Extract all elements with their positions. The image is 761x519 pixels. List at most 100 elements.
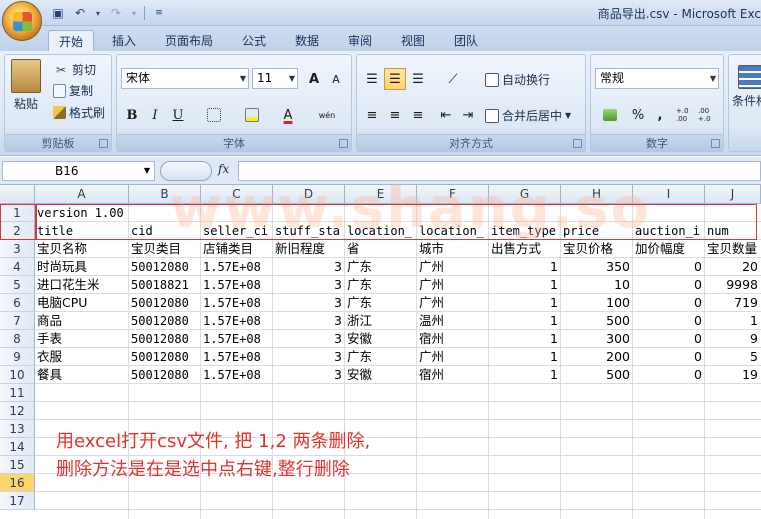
row-header-10[interactable]: 10 bbox=[0, 366, 35, 384]
comma-button[interactable]: , bbox=[649, 104, 671, 126]
table-cell[interactable]: 1.57E+08 bbox=[201, 276, 263, 294]
row-header-12[interactable]: 12 bbox=[0, 402, 35, 420]
bold-button[interactable]: B bbox=[121, 104, 143, 126]
conditional-formatting-button[interactable]: 条件格 bbox=[732, 65, 761, 109]
merge-center-button[interactable]: 合并后居中 ▼ bbox=[485, 107, 571, 124]
row-header-5[interactable]: 5 bbox=[0, 276, 35, 294]
customize-toolbar-icon[interactable]: ≡ bbox=[151, 5, 167, 21]
tab-home[interactable]: 开始 bbox=[48, 30, 94, 52]
office-button[interactable] bbox=[2, 1, 42, 41]
dialog-launcher-icon[interactable] bbox=[573, 139, 582, 148]
decrease-decimal-button[interactable]: .00 +.0 bbox=[697, 104, 719, 126]
table-cell[interactable]: 广州 bbox=[417, 276, 446, 294]
table-cell[interactable]: 电脑CPU bbox=[35, 294, 89, 312]
table-cell[interactable]: 广东 bbox=[345, 258, 374, 276]
cell-field-label[interactable]: 加价幅度 bbox=[633, 240, 687, 258]
table-cell[interactable]: 0 bbox=[633, 294, 704, 312]
table-cell[interactable]: 安徽 bbox=[345, 366, 374, 384]
format-painter-button[interactable]: 格式刷 bbox=[53, 104, 105, 121]
align-top-button[interactable]: ☰ bbox=[361, 68, 383, 90]
table-cell[interactable]: 浙江 bbox=[345, 312, 374, 330]
table-cell[interactable]: 0 bbox=[633, 276, 704, 294]
table-cell[interactable]: 广州 bbox=[417, 348, 446, 366]
cell-field-label[interactable]: 宝贝价格 bbox=[561, 240, 615, 258]
accounting-format-button[interactable] bbox=[595, 104, 625, 126]
table-cell[interactable]: 50012080 bbox=[129, 330, 191, 348]
chevron-down-icon[interactable]: ▾ bbox=[130, 5, 138, 21]
cell-field-label[interactable]: 店铺类目 bbox=[201, 240, 255, 258]
number-format-select[interactable]: 常规 ▼ bbox=[595, 68, 719, 89]
table-cell[interactable]: 20 bbox=[705, 258, 760, 276]
table-cell[interactable]: 10 bbox=[561, 276, 632, 294]
shrink-font-button[interactable]: A bbox=[325, 68, 347, 90]
table-cell[interactable]: 0 bbox=[633, 330, 704, 348]
cell-field-key[interactable]: stuff_sta bbox=[273, 222, 342, 240]
table-cell[interactable]: 9 bbox=[705, 330, 760, 348]
font-size-select[interactable]: 11 ▼ bbox=[252, 68, 298, 89]
table-cell[interactable]: 3 bbox=[273, 348, 344, 366]
row-header-2[interactable]: 2 bbox=[0, 222, 35, 240]
table-cell[interactable]: 50012080 bbox=[129, 258, 191, 276]
table-cell[interactable]: 广东 bbox=[345, 276, 374, 294]
table-cell[interactable]: 1.57E+08 bbox=[201, 312, 263, 330]
save-icon[interactable]: ▣ bbox=[50, 5, 66, 21]
cell-field-label[interactable]: 宝贝名称 bbox=[35, 240, 89, 258]
paste-button[interactable]: 粘贴 bbox=[11, 59, 41, 112]
table-cell[interactable]: 广州 bbox=[417, 258, 446, 276]
table-cell[interactable]: 5 bbox=[705, 348, 760, 366]
tab-page-layout[interactable]: 页面布局 bbox=[158, 30, 220, 52]
table-cell[interactable]: 300 bbox=[561, 330, 632, 348]
table-cell[interactable]: 手表 bbox=[35, 330, 64, 348]
table-cell[interactable]: 9998 bbox=[705, 276, 760, 294]
table-cell[interactable]: 1.57E+08 bbox=[201, 294, 263, 312]
cell-field-key[interactable]: cid bbox=[129, 222, 155, 240]
cell-field-label[interactable]: 出售方式 bbox=[489, 240, 543, 258]
cell-field-key[interactable]: auction_i bbox=[633, 222, 702, 240]
wrap-text-button[interactable]: 自动换行 bbox=[485, 71, 550, 88]
table-cell[interactable]: 3 bbox=[273, 366, 344, 384]
cell-version[interactable]: version 1.00 bbox=[35, 204, 126, 222]
table-cell[interactable]: 3 bbox=[273, 258, 344, 276]
table-cell[interactable]: 广州 bbox=[417, 294, 446, 312]
phonetic-button[interactable]: wén bbox=[313, 104, 341, 126]
table-cell[interactable]: 商品 bbox=[35, 312, 64, 330]
tab-view[interactable]: 视图 bbox=[393, 30, 433, 52]
row-header-17[interactable]: 17 bbox=[0, 492, 35, 510]
italic-button[interactable]: I bbox=[144, 104, 166, 126]
row-header-8[interactable]: 8 bbox=[0, 330, 35, 348]
fill-color-button[interactable] bbox=[241, 104, 263, 126]
cell-field-label[interactable]: 新旧程度 bbox=[273, 240, 327, 258]
row-header-6[interactable]: 6 bbox=[0, 294, 35, 312]
borders-button[interactable] bbox=[203, 104, 225, 126]
table-cell[interactable]: 50012080 bbox=[129, 294, 191, 312]
table-cell[interactable]: 餐具 bbox=[35, 366, 64, 384]
table-cell[interactable]: 0 bbox=[633, 258, 704, 276]
table-cell[interactable]: 19 bbox=[705, 366, 760, 384]
table-cell[interactable]: 100 bbox=[561, 294, 632, 312]
align-middle-button[interactable]: ☰ bbox=[384, 68, 406, 90]
table-cell[interactable]: 350 bbox=[561, 258, 632, 276]
increase-indent-button[interactable]: ⇥ bbox=[457, 104, 479, 126]
row-header-11[interactable]: 11 bbox=[0, 384, 35, 402]
table-cell[interactable]: 1 bbox=[489, 366, 560, 384]
cell-field-label[interactable]: 省 bbox=[345, 240, 362, 258]
table-cell[interactable]: 时尚玩具 bbox=[35, 258, 89, 276]
dialog-launcher-icon[interactable] bbox=[339, 139, 348, 148]
grow-font-button[interactable]: A bbox=[303, 68, 325, 90]
font-color-button[interactable]: A bbox=[277, 104, 299, 126]
table-cell[interactable]: 3 bbox=[273, 330, 344, 348]
table-cell[interactable]: 衣服 bbox=[35, 348, 64, 366]
percent-button[interactable]: % bbox=[627, 104, 649, 126]
table-cell[interactable]: 宿州 bbox=[417, 330, 446, 348]
dialog-launcher-icon[interactable] bbox=[99, 139, 108, 148]
cell-field-label[interactable]: 城市 bbox=[417, 240, 446, 258]
cell-field-key[interactable]: num bbox=[705, 222, 731, 240]
table-cell[interactable]: 1 bbox=[489, 276, 560, 294]
select-all-button[interactable] bbox=[0, 185, 35, 204]
row-header-9[interactable]: 9 bbox=[0, 348, 35, 366]
row-header-1[interactable]: 1 bbox=[0, 204, 35, 222]
table-cell[interactable]: 50018821 bbox=[129, 276, 191, 294]
align-right-button[interactable]: ≡ bbox=[407, 104, 429, 126]
table-cell[interactable]: 广东 bbox=[345, 294, 374, 312]
tab-review[interactable]: 审阅 bbox=[340, 30, 380, 52]
